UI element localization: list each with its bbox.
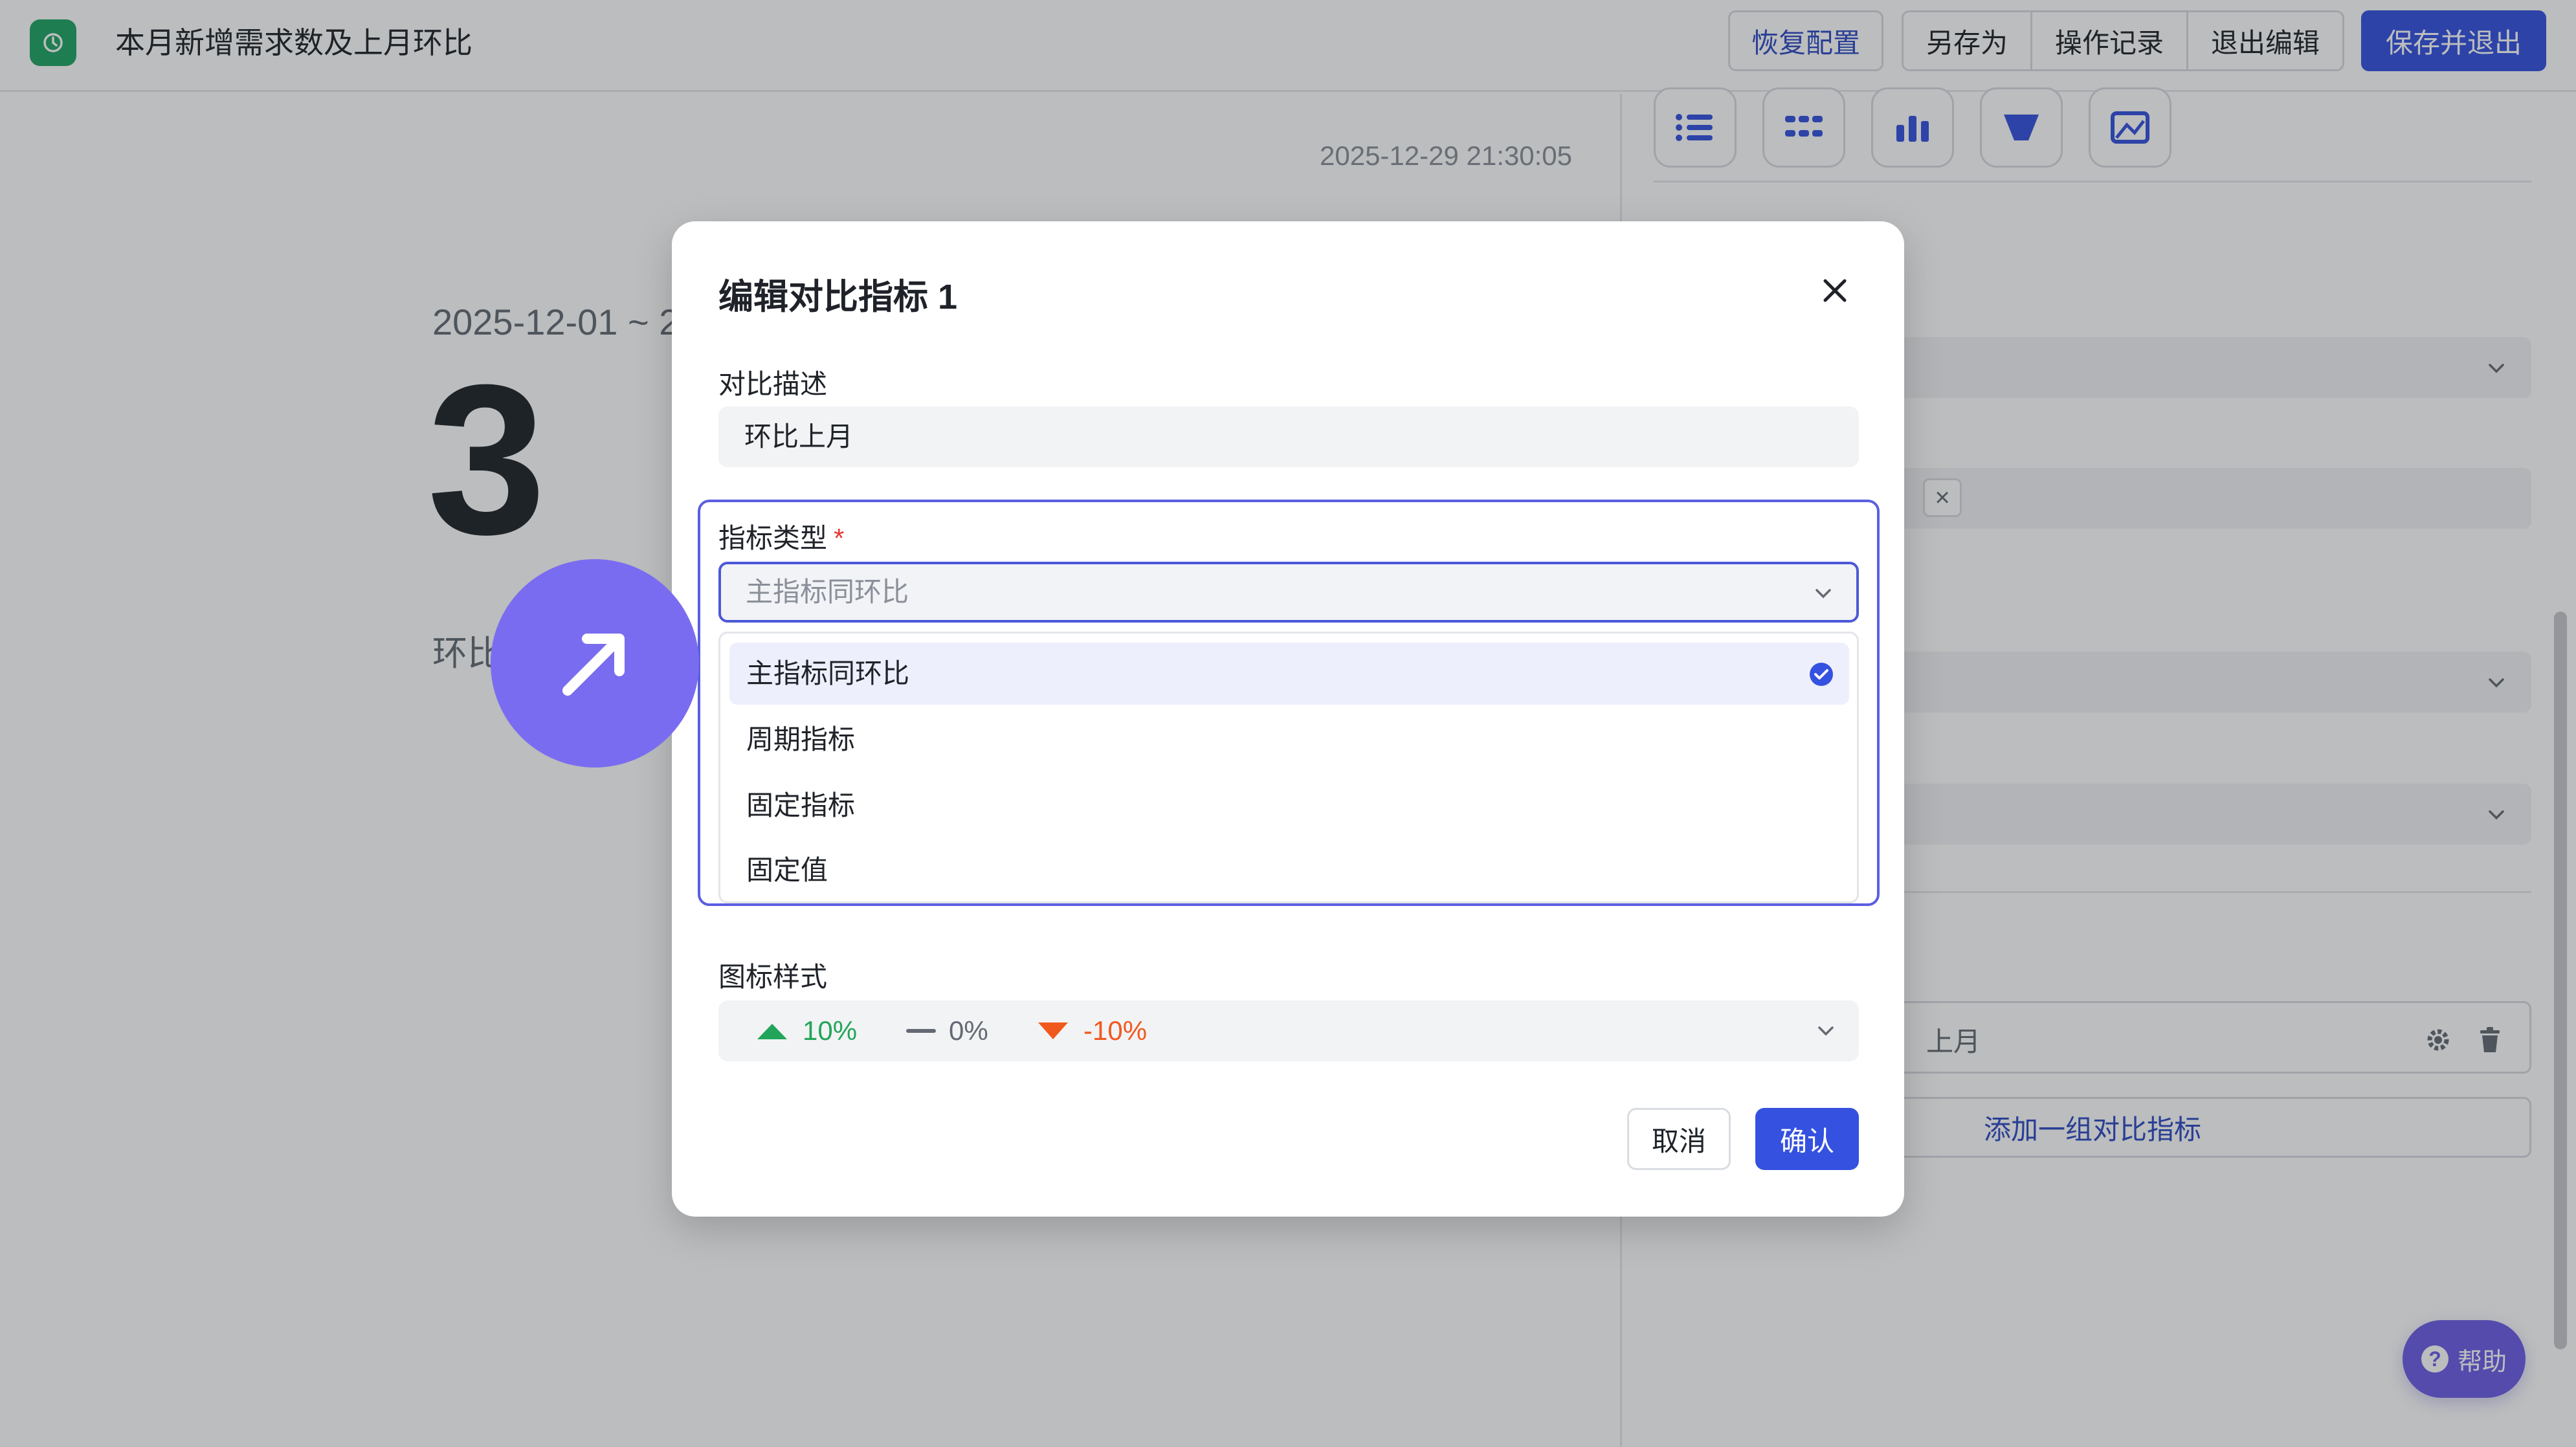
required-mark: * — [834, 523, 845, 553]
desc-label: 对比描述 — [718, 369, 828, 399]
close-icon[interactable] — [1819, 274, 1851, 307]
confirm-button[interactable]: 确认 — [1755, 1108, 1859, 1170]
option-label: 周期指标 — [746, 724, 856, 755]
icon-style-label: 图标样式 — [718, 962, 828, 992]
dash-icon — [906, 1029, 936, 1033]
up-style: 10% — [755, 1000, 857, 1061]
up-value: 10% — [803, 1015, 858, 1046]
option-label: 固定值 — [746, 855, 828, 885]
option-label: 固定指标 — [746, 790, 856, 821]
type-select-value: 主指标同环比 — [746, 577, 909, 607]
option-fixed-metric[interactable]: 固定指标 — [729, 775, 1849, 837]
check-circle-icon — [1810, 663, 1833, 686]
option-period-metric[interactable]: 周期指标 — [729, 709, 1849, 771]
cancel-button[interactable]: 取消 — [1627, 1108, 1731, 1170]
down-value: -10% — [1083, 1015, 1148, 1046]
option-label: 主指标同环比 — [746, 658, 910, 689]
icon-style-select[interactable]: 10% 0% -10% — [718, 1000, 1859, 1061]
triangle-up-icon — [757, 1024, 787, 1039]
type-select[interactable]: 主指标同环比 — [718, 562, 1859, 623]
chevron-down-icon — [1818, 1026, 1834, 1036]
cursor-arrow-icon — [491, 559, 699, 768]
edit-compare-dialog: 编辑对比指标 1 对比描述 环比上月 指标类型 * 主指标同环比 主指标同环比 周… — [672, 221, 1904, 1217]
type-label: 指标类型 * — [718, 516, 844, 556]
chevron-down-icon — [1815, 589, 1831, 599]
flat-value: 0% — [949, 1015, 988, 1046]
option-main-yoy[interactable]: 主指标同环比 — [729, 643, 1849, 705]
flat-style: 0% — [906, 1000, 988, 1061]
type-label-text: 指标类型 — [718, 523, 828, 553]
desc-input[interactable]: 环比上月 — [718, 406, 1859, 467]
dialog-title: 编辑对比指标 1 — [718, 278, 958, 316]
type-dropdown: 主指标同环比 周期指标 固定指标 固定值 — [718, 632, 1859, 903]
triangle-down-icon — [1038, 1022, 1068, 1039]
down-style: -10% — [1036, 1000, 1147, 1061]
option-fixed-value[interactable]: 固定值 — [729, 839, 1849, 901]
